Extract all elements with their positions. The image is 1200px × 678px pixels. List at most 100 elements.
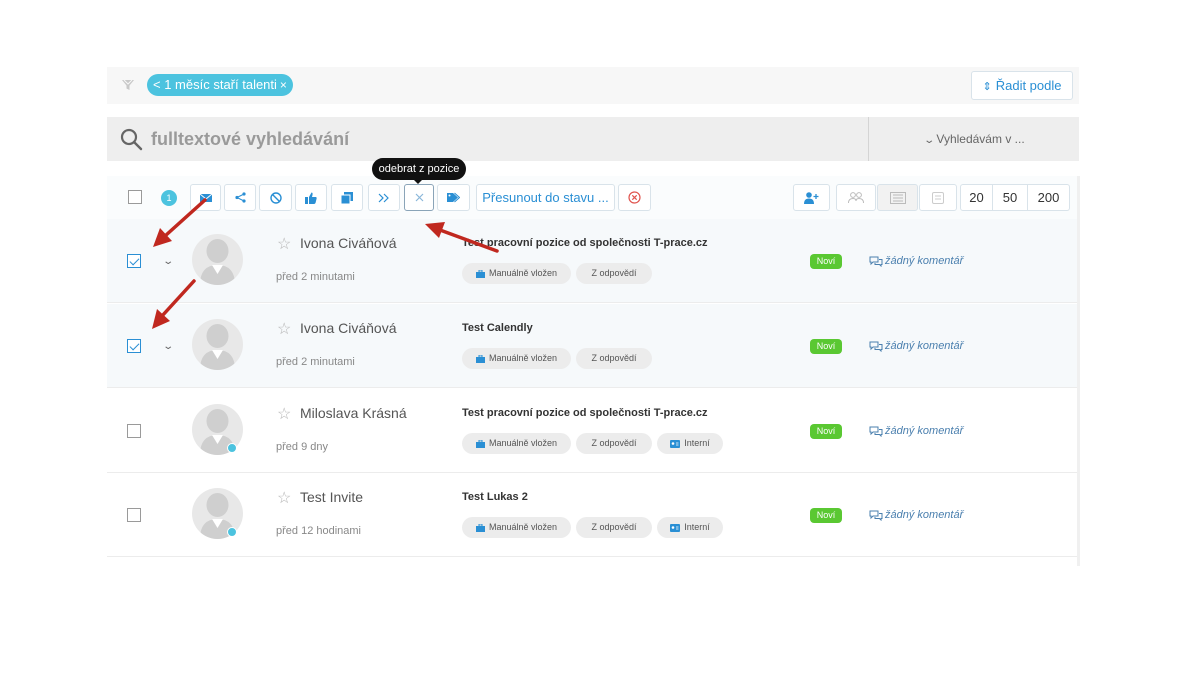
candidate-name[interactable]: Ivona Civáňová bbox=[300, 235, 397, 251]
group-icon bbox=[848, 191, 864, 203]
briefcase-icon bbox=[475, 439, 485, 448]
filter-chip-label: < 1 měsíc staří talenti bbox=[153, 77, 277, 92]
search-bar: ⌄Vyhledávám v ... bbox=[107, 117, 1079, 161]
briefcase-icon bbox=[475, 523, 485, 532]
share-button[interactable] bbox=[224, 184, 256, 211]
search-input[interactable] bbox=[151, 125, 851, 153]
tag-origin: Z odpovědí bbox=[576, 348, 652, 369]
tag-label: Interní bbox=[684, 522, 710, 532]
block-icon bbox=[269, 192, 282, 204]
row-checkbox[interactable] bbox=[127, 508, 141, 522]
page-size-200[interactable]: 200 bbox=[1028, 184, 1070, 211]
position-title[interactable]: Test Lukas 2 bbox=[462, 491, 528, 503]
comment-label: žádný komentář bbox=[885, 255, 964, 267]
selected-count-badge: 1 bbox=[161, 190, 177, 206]
candidate-row[interactable]: ⌄ ☆ Ivona Civáňová před 2 minutami Test … bbox=[107, 219, 1077, 303]
briefcase-icon bbox=[475, 269, 485, 278]
avatar[interactable] bbox=[192, 319, 243, 370]
tag-label: Manuálně vložen bbox=[488, 438, 558, 448]
tag-source: Manuálně vložen bbox=[462, 433, 571, 454]
search-scope-label: Vyhledávám v ... bbox=[936, 132, 1025, 146]
tag-internal: Interní bbox=[657, 517, 723, 538]
comment-link[interactable]: žádný komentář bbox=[869, 255, 963, 267]
candidate-name[interactable]: Test Invite bbox=[300, 489, 363, 505]
position-title[interactable]: Test pracovní pozice od společnosti T-pr… bbox=[462, 407, 708, 419]
sort-icon: ⇕ bbox=[982, 81, 992, 93]
tag-origin: Z odpovědí bbox=[576, 433, 652, 454]
online-indicator bbox=[227, 443, 237, 453]
avatar[interactable] bbox=[192, 234, 243, 285]
position-title[interactable]: Test Calendly bbox=[462, 322, 533, 334]
envelope-icon bbox=[199, 193, 212, 202]
star-icon[interactable]: ☆ bbox=[277, 319, 291, 339]
candidate-row[interactable]: ☆ Miloslava Krásná před 9 dny Test praco… bbox=[107, 389, 1077, 473]
candidate-name[interactable]: Ivona Civáňová bbox=[300, 320, 397, 336]
briefcase-icon bbox=[475, 354, 485, 363]
tooltip: odebrat z pozice bbox=[372, 158, 466, 180]
reject-button[interactable] bbox=[259, 184, 292, 211]
tag-source: Manuálně vložen bbox=[462, 348, 571, 369]
sort-button[interactable]: ⇕ Řadit podle bbox=[971, 71, 1073, 100]
candidate-row[interactable]: ⌄ ☆ Ivona Civáňová před 2 minutami Test … bbox=[107, 304, 1077, 388]
forward-button[interactable] bbox=[368, 184, 400, 211]
filter-chip[interactable]: < 1 měsíc staří talenti × bbox=[147, 74, 293, 96]
comment-link[interactable]: žádný komentář bbox=[869, 425, 963, 437]
comment-label: žádný komentář bbox=[885, 425, 964, 437]
status-badge: Noví bbox=[810, 508, 842, 523]
like-button[interactable] bbox=[295, 184, 327, 211]
chevron-down-icon[interactable]: ⌄ bbox=[162, 256, 174, 267]
add-user-button[interactable] bbox=[793, 184, 830, 211]
star-icon[interactable]: ☆ bbox=[277, 404, 291, 424]
candidate-time: před 12 hodinami bbox=[276, 525, 362, 537]
status-badge: Noví bbox=[810, 339, 842, 354]
tag-label: Manuálně vložen bbox=[488, 268, 558, 278]
copy-button[interactable] bbox=[331, 184, 363, 211]
comments-icon bbox=[869, 426, 883, 437]
star-icon[interactable]: ☆ bbox=[277, 488, 291, 508]
search-scope-dropdown[interactable]: ⌄Vyhledávám v ... bbox=[868, 117, 1079, 161]
move-to-status-label: Přesunout do stavu ... bbox=[482, 190, 609, 205]
tag-label: Interní bbox=[684, 438, 710, 448]
candidate-list: ⌄ ☆ Ivona Civáňová před 2 minutami Test … bbox=[107, 219, 1079, 566]
email-button[interactable] bbox=[190, 184, 221, 211]
chevron-down-icon[interactable]: ⌄ bbox=[162, 341, 174, 352]
tag-source: Manuálně vložen bbox=[462, 517, 571, 538]
comments-icon bbox=[869, 256, 883, 267]
search-icon bbox=[120, 128, 143, 151]
close-icon bbox=[415, 193, 423, 202]
status-badge: Noví bbox=[810, 254, 842, 269]
thumbs-up-icon bbox=[305, 192, 317, 204]
candidate-name[interactable]: Miloslava Krásná bbox=[300, 405, 407, 421]
row-checkbox[interactable] bbox=[127, 254, 141, 268]
status-badge: Noví bbox=[810, 424, 842, 439]
view-detail-button[interactable] bbox=[919, 184, 957, 211]
candidate-time: před 2 minutami bbox=[276, 271, 355, 283]
position-title[interactable]: Test pracovní pozice od společnosti T-pr… bbox=[462, 237, 708, 249]
view-list-button[interactable] bbox=[877, 184, 918, 211]
row-checkbox[interactable] bbox=[127, 424, 141, 438]
comment-label: žádný komentář bbox=[885, 340, 964, 352]
tag-icon bbox=[447, 192, 461, 203]
star-icon[interactable]: ☆ bbox=[277, 234, 291, 254]
remove-from-position-button[interactable] bbox=[404, 184, 434, 211]
cancel-button[interactable] bbox=[618, 184, 651, 211]
close-icon[interactable]: × bbox=[280, 78, 287, 92]
candidate-row[interactable]: ☆ Test Invite před 12 hodinami Test Luka… bbox=[107, 473, 1077, 557]
sort-button-label: Řadit podle bbox=[995, 78, 1062, 93]
row-checkbox[interactable] bbox=[127, 339, 141, 353]
online-indicator bbox=[227, 527, 237, 537]
comment-link[interactable]: žádný komentář bbox=[869, 509, 963, 521]
page-size-50[interactable]: 50 bbox=[993, 184, 1028, 211]
select-all-checkbox[interactable] bbox=[128, 190, 142, 204]
move-to-status-button[interactable]: Přesunout do stavu ... bbox=[476, 184, 615, 211]
page-size-selector: 20 50 200 bbox=[960, 184, 1070, 211]
candidate-time: před 2 minutami bbox=[276, 356, 355, 368]
view-compact-button[interactable] bbox=[836, 184, 876, 211]
filter-icon[interactable] bbox=[121, 78, 135, 92]
tag-button[interactable] bbox=[437, 184, 470, 211]
comments-icon bbox=[869, 510, 883, 521]
comment-link[interactable]: žádný komentář bbox=[869, 340, 963, 352]
bulk-actions-toolbar: 1 Přesunout do stavu ... 20 50 200 bbox=[107, 176, 1079, 219]
tooltip-pointer bbox=[413, 179, 423, 184]
page-size-20[interactable]: 20 bbox=[960, 184, 993, 211]
